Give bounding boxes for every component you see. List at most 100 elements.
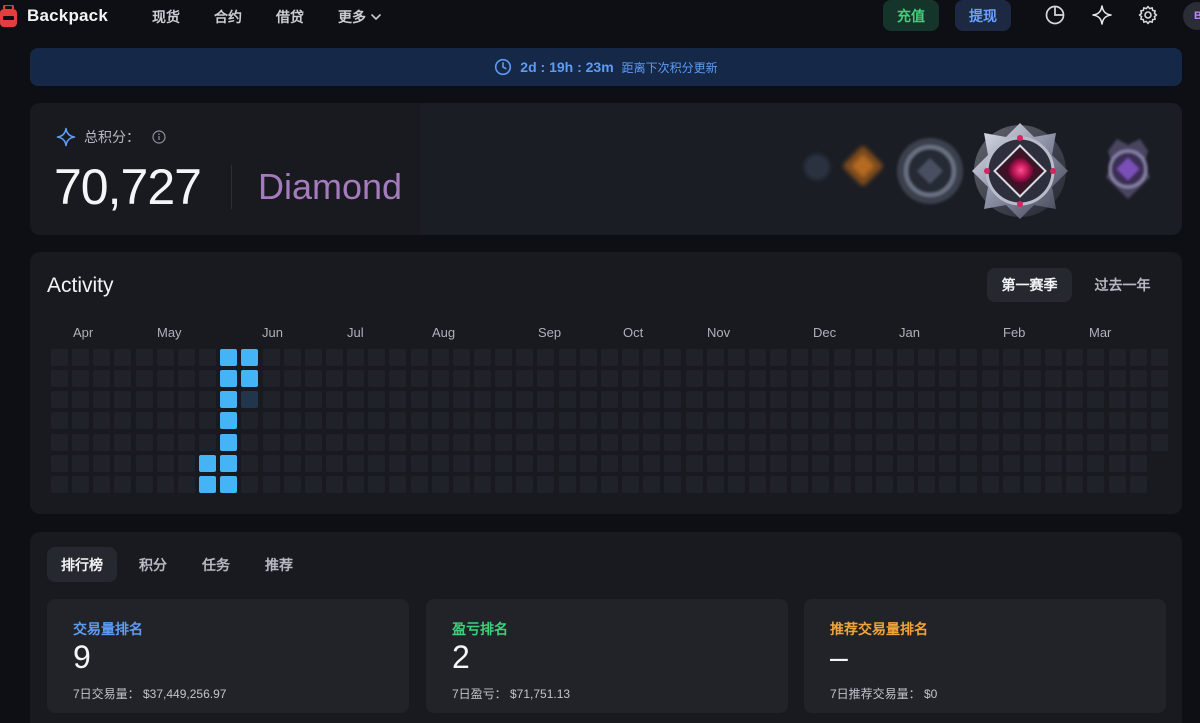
activity-day-cell[interactable] [558, 433, 576, 451]
activity-day-cell[interactable] [325, 454, 343, 472]
activity-day-cell[interactable] [304, 391, 322, 409]
activity-day-cell[interactable] [1150, 391, 1168, 409]
activity-day-cell[interactable] [431, 370, 449, 388]
activity-day-cell[interactable] [1066, 454, 1084, 472]
activity-day-cell[interactable] [1150, 412, 1168, 430]
activity-day-cell[interactable] [875, 433, 893, 451]
withdraw-button[interactable]: 提现 [955, 0, 1011, 31]
activity-day-cell[interactable] [664, 370, 682, 388]
activity-day-cell[interactable] [389, 475, 407, 493]
activity-day-cell[interactable] [177, 454, 195, 472]
activity-day-cell[interactable] [516, 391, 534, 409]
activity-day-cell[interactable] [220, 433, 238, 451]
activity-day-cell[interactable] [1066, 391, 1084, 409]
activity-day-cell[interactable] [1002, 349, 1020, 366]
activity-day-cell[interactable] [558, 391, 576, 409]
activity-day-cell[interactable] [1087, 433, 1105, 451]
activity-day-cell[interactable] [622, 370, 640, 388]
activity-day-cell[interactable] [600, 349, 618, 366]
activity-day-cell[interactable] [918, 391, 936, 409]
activity-day-cell[interactable] [727, 412, 745, 430]
activity-day-cell[interactable] [199, 475, 217, 493]
activity-day-cell[interactable] [283, 349, 301, 366]
activity-day-cell[interactable] [643, 412, 661, 430]
user-avatar[interactable]: B [1183, 2, 1200, 30]
activity-day-cell[interactable] [304, 433, 322, 451]
activity-day-cell[interactable] [748, 391, 766, 409]
activity-day-cell[interactable] [156, 475, 174, 493]
activity-day-cell[interactable] [114, 433, 132, 451]
activity-day-cell[interactable] [1002, 433, 1020, 451]
activity-day-cell[interactable] [347, 412, 365, 430]
activity-day-cell[interactable] [516, 475, 534, 493]
activity-day-cell[interactable] [135, 433, 153, 451]
activity-day-cell[interactable] [981, 370, 999, 388]
activity-day-cell[interactable] [241, 475, 259, 493]
activity-day-cell[interactable] [474, 349, 491, 366]
activity-day-cell[interactable] [262, 412, 280, 430]
activity-day-cell[interactable] [304, 412, 322, 430]
activity-day-cell[interactable] [452, 391, 470, 409]
activity-day-cell[interactable] [1066, 412, 1084, 430]
activity-day-cell[interactable] [579, 349, 597, 366]
activity-day-cell[interactable] [1129, 349, 1147, 366]
activity-day-cell[interactable] [347, 433, 365, 451]
activity-day-cell[interactable] [241, 391, 259, 409]
activity-day-cell[interactable] [664, 412, 682, 430]
activity-day-cell[interactable] [1150, 349, 1168, 366]
activity-day-cell[interactable] [283, 412, 301, 430]
activity-day-cell[interactable] [347, 349, 365, 366]
activity-day-cell[interactable] [1002, 391, 1020, 409]
activity-day-cell[interactable] [1108, 391, 1126, 409]
activity-day-cell[interactable] [897, 391, 914, 409]
activity-day-cell[interactable] [854, 454, 872, 472]
activity-day-cell[interactable] [791, 391, 809, 409]
activity-day-cell[interactable] [262, 454, 280, 472]
activity-day-cell[interactable] [431, 433, 449, 451]
activity-day-cell[interactable] [897, 454, 914, 472]
activity-day-cell[interactable] [241, 349, 259, 366]
activity-day-cell[interactable] [558, 370, 576, 388]
activity-day-cell[interactable] [643, 391, 661, 409]
activity-day-cell[interactable] [93, 475, 111, 493]
activity-day-cell[interactable] [1066, 433, 1084, 451]
activity-day-cell[interactable] [770, 412, 788, 430]
activity-day-cell[interactable] [516, 349, 534, 366]
activity-day-cell[interactable] [685, 391, 703, 409]
activity-day-cell[interactable] [1066, 370, 1084, 388]
activity-day-cell[interactable] [643, 349, 661, 366]
activity-day-cell[interactable] [918, 349, 936, 366]
activity-day-cell[interactable] [347, 391, 365, 409]
activity-day-cell[interactable] [452, 370, 470, 388]
activity-day-cell[interactable] [727, 370, 745, 388]
activity-day-cell[interactable] [685, 433, 703, 451]
activity-day-cell[interactable] [622, 412, 640, 430]
activity-day-cell[interactable] [220, 412, 238, 430]
activity-day-cell[interactable] [537, 454, 555, 472]
activity-day-cell[interactable] [72, 454, 90, 472]
activity-day-cell[interactable] [135, 391, 153, 409]
activity-day-cell[interactable] [706, 391, 724, 409]
activity-day-cell[interactable] [664, 475, 682, 493]
activity-day-cell[interactable] [727, 349, 745, 366]
activity-day-cell[interactable] [156, 412, 174, 430]
activity-day-cell[interactable] [368, 454, 386, 472]
activity-day-cell[interactable] [389, 370, 407, 388]
activity-day-cell[interactable] [748, 433, 766, 451]
activity-day-cell[interactable] [72, 370, 90, 388]
activity-day-cell[interactable] [537, 370, 555, 388]
activity-day-cell[interactable] [685, 412, 703, 430]
activity-day-cell[interactable] [939, 454, 957, 472]
activity-day-cell[interactable] [135, 475, 153, 493]
activity-day-cell[interactable] [325, 433, 343, 451]
activity-day-cell[interactable] [706, 433, 724, 451]
activity-day-cell[interactable] [939, 475, 957, 493]
activity-day-cell[interactable] [643, 454, 661, 472]
activity-day-cell[interactable] [1087, 454, 1105, 472]
activity-day-cell[interactable] [579, 391, 597, 409]
activity-day-cell[interactable] [51, 475, 68, 493]
activity-day-cell[interactable] [833, 433, 851, 451]
activity-day-cell[interactable] [114, 391, 132, 409]
activity-day-cell[interactable] [875, 349, 893, 366]
activity-day-cell[interactable] [1108, 370, 1126, 388]
